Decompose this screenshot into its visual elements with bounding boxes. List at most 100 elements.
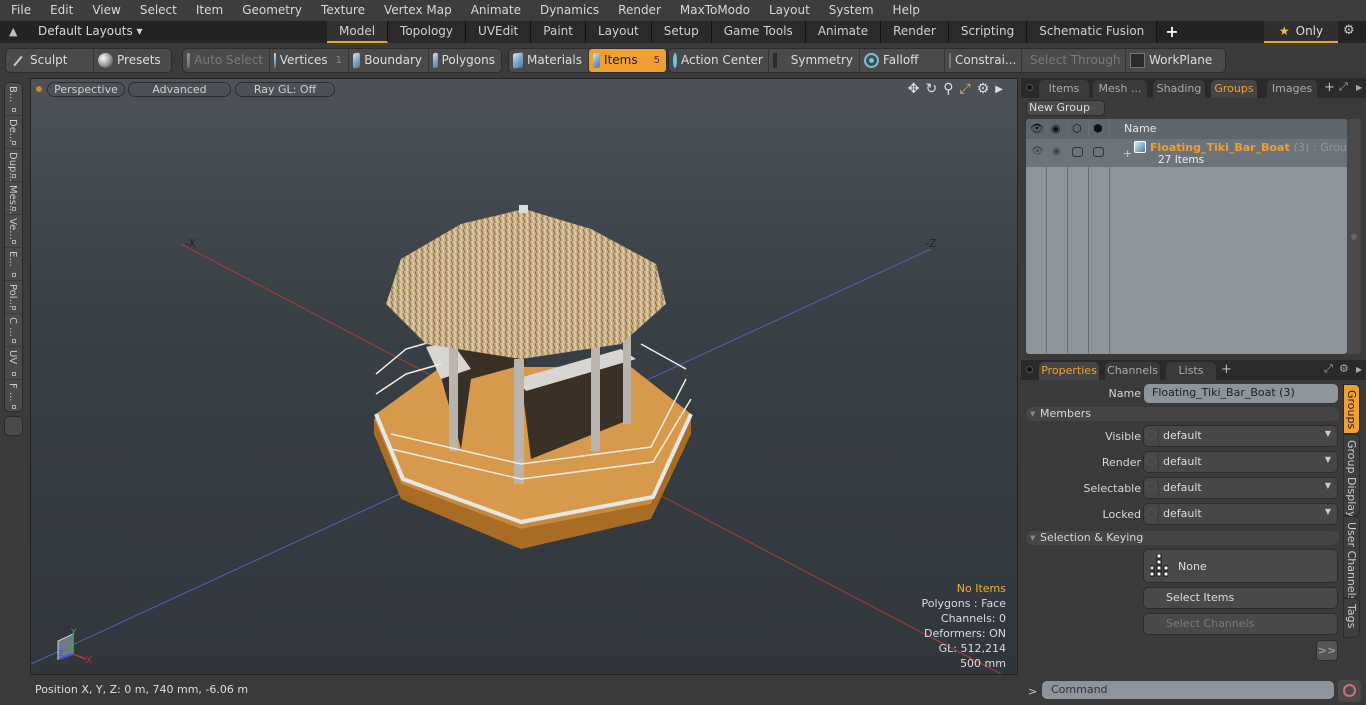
- left-tab[interactable]: B...: [5, 83, 22, 116]
- group-list-scrollbar[interactable]: [1347, 119, 1361, 354]
- layout-tab-setup[interactable]: Setup: [651, 21, 712, 43]
- sculpt-button[interactable]: Sculpt: [6, 49, 94, 72]
- row-visibility-icon[interactable]: 👁: [1031, 146, 1044, 157]
- visible-select[interactable]: default ▼: [1143, 425, 1338, 447]
- maximize-icon[interactable]: ⤢: [960, 81, 971, 98]
- row-selectable-checkbox[interactable]: [1072, 147, 1083, 157]
- viewport-gear-icon[interactable]: ⚙: [977, 81, 990, 98]
- add-tab-icon[interactable]: +: [1221, 362, 1232, 377]
- tab-items[interactable]: Items: [1039, 80, 1089, 98]
- keyframe-circle-icon[interactable]: [1146, 430, 1156, 440]
- row-render-icon[interactable]: ◉: [1052, 146, 1061, 157]
- menu-vertex-map[interactable]: Vertex Map: [373, 0, 460, 21]
- falloff-button[interactable]: Falloff: [860, 49, 945, 72]
- view-mode-button[interactable]: Perspective: [47, 82, 125, 97]
- tab-channels[interactable]: Channels: [1105, 362, 1160, 380]
- rotate-icon[interactable]: ↻: [926, 81, 938, 98]
- viewport-menu-dot[interactable]: [36, 86, 42, 92]
- menu-item[interactable]: Item: [185, 0, 231, 21]
- left-tab[interactable]: Pol...: [5, 281, 22, 314]
- side-tab-groups[interactable]: Groups: [1343, 384, 1360, 434]
- more-arrow-icon[interactable]: ▶: [1356, 365, 1362, 374]
- menu-layout[interactable]: Layout: [758, 0, 818, 21]
- layout-tab-layout[interactable]: Layout: [585, 21, 652, 43]
- keyframe-circle-icon[interactable]: [1146, 508, 1156, 518]
- menu-file[interactable]: File: [0, 0, 39, 21]
- locked-select[interactable]: default ▼: [1143, 503, 1338, 525]
- selection-keying-section[interactable]: Selection & Keying: [1026, 531, 1339, 545]
- gear-icon[interactable]: ⚙: [1343, 23, 1355, 38]
- more-arrow-icon[interactable]: ▶: [1356, 83, 1362, 92]
- add-layout-tab-button[interactable]: +: [1157, 21, 1186, 43]
- tab-properties[interactable]: Properties: [1039, 362, 1099, 380]
- menu-render[interactable]: Render: [607, 0, 669, 21]
- default-layouts-dropdown[interactable]: Default Layouts ▾: [38, 24, 143, 38]
- left-extra-tab[interactable]: [4, 416, 23, 436]
- select-through-button[interactable]: Select Through: [1022, 49, 1126, 72]
- name-field[interactable]: Floating_Tiki_Bar_Boat (3): [1144, 384, 1338, 403]
- render-select[interactable]: default ▼: [1143, 451, 1338, 473]
- left-tab[interactable]: Dup...: [5, 149, 22, 182]
- side-tab-group-display[interactable]: Group Display: [1343, 434, 1360, 518]
- layout-tab-topology[interactable]: Topology: [388, 21, 467, 43]
- only-toggle[interactable]: ★ Only: [1264, 21, 1338, 43]
- more-button[interactable]: >>: [1316, 640, 1338, 661]
- materials-button[interactable]: Materials: [509, 49, 589, 72]
- selectable-select[interactable]: default ▼: [1143, 477, 1338, 499]
- shading-mode-button[interactable]: Advanced: [128, 82, 231, 97]
- layout-tab-model[interactable]: Model: [327, 21, 389, 43]
- panel-menu-dot[interactable]: [1026, 366, 1033, 373]
- layout-tab-render[interactable]: Render: [881, 21, 949, 43]
- group-row[interactable]: 👁 ◉ + Floating_Tiki_Bar_Boat (3) : Group…: [1026, 139, 1347, 167]
- layout-tab-uvedit[interactable]: UVEdit: [466, 21, 532, 43]
- keyframe-circle-icon[interactable]: [1146, 456, 1156, 466]
- tab-images[interactable]: Images: [1267, 80, 1317, 98]
- scroll-handle[interactable]: [1351, 234, 1357, 240]
- 3d-viewport[interactable]: -X -Z Y X Z Perspective Advanced Ray GL:…: [30, 78, 1018, 675]
- raygl-button[interactable]: Ray GL: Off: [235, 82, 335, 97]
- left-tab[interactable]: C ...: [5, 314, 22, 347]
- panel-menu-dot[interactable]: [1026, 84, 1033, 91]
- select-items-button[interactable]: Select Items: [1143, 587, 1338, 609]
- play-arrow-icon[interactable]: ▶: [995, 81, 1003, 98]
- symmetry-button[interactable]: Symmetry: [769, 49, 860, 72]
- menu-maxtomodo[interactable]: MaxToModo: [669, 0, 758, 21]
- menu-edit[interactable]: Edit: [39, 0, 81, 21]
- layout-tab-schematic-fusion[interactable]: Schematic Fusion: [1027, 21, 1158, 43]
- record-macro-button[interactable]: [1338, 680, 1361, 702]
- layout-tab-scripting[interactable]: Scripting: [948, 21, 1028, 43]
- members-section[interactable]: Members: [1026, 407, 1339, 421]
- left-tab[interactable]: E...: [5, 248, 22, 281]
- menu-geometry[interactable]: Geometry: [231, 0, 310, 21]
- left-tab[interactable]: De...: [5, 116, 22, 149]
- keyframe-circle-icon[interactable]: [1146, 482, 1156, 492]
- expand-icon[interactable]: ⤢: [1339, 80, 1348, 94]
- row-lock-checkbox[interactable]: [1093, 147, 1104, 157]
- tab-groups[interactable]: Groups: [1211, 80, 1257, 98]
- none-button[interactable]: None: [1143, 549, 1338, 583]
- constraints-button[interactable]: Constrai...: [945, 49, 1022, 72]
- items-button[interactable]: Items 5: [589, 49, 666, 72]
- tab-lists[interactable]: Lists: [1166, 362, 1216, 380]
- add-tab-icon[interactable]: +: [1324, 80, 1335, 95]
- zoom-icon[interactable]: ⚲: [943, 81, 953, 98]
- layout-tab-paint[interactable]: Paint: [531, 21, 586, 43]
- expand-icon[interactable]: ⤢: [1324, 362, 1333, 376]
- auto-select-button[interactable]: Auto Select: [183, 49, 270, 72]
- command-input[interactable]: Command: [1042, 681, 1334, 699]
- pan-icon[interactable]: ✥: [908, 81, 920, 98]
- left-tab[interactable]: Ve...: [5, 215, 22, 248]
- panel-gear-icon[interactable]: ⚙: [1339, 362, 1349, 375]
- menu-system[interactable]: System: [818, 0, 882, 21]
- menu-help[interactable]: Help: [882, 0, 928, 21]
- tab-mesh[interactable]: Mesh ...: [1093, 80, 1147, 98]
- menu-select[interactable]: Select: [129, 0, 185, 21]
- menu-animate[interactable]: Animate: [460, 0, 529, 21]
- expand-group-toggle[interactable]: +: [1123, 147, 1132, 160]
- action-center-button[interactable]: Action Center: [669, 49, 769, 72]
- menu-texture[interactable]: Texture: [310, 0, 373, 21]
- collapse-icon[interactable]: ▲: [9, 25, 17, 38]
- presets-button[interactable]: Presets: [94, 49, 167, 72]
- side-tab-tags[interactable]: Tags: [1343, 598, 1360, 638]
- tab-shading[interactable]: Shading: [1153, 80, 1205, 98]
